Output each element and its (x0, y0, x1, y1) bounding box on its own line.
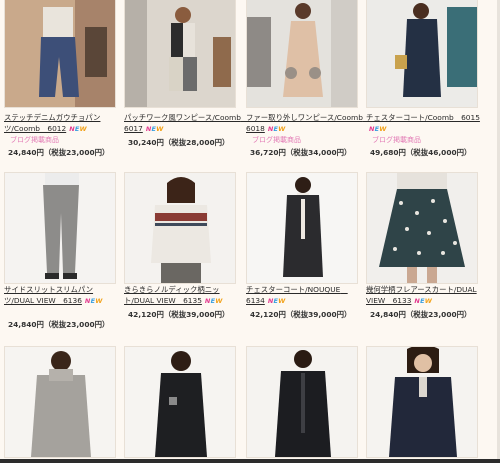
product-name-link[interactable]: サイドスリットスリムパンツ/DUAL VIEW 6136 NEW (4, 285, 122, 306)
product-price: 36,720円（税抜34,000円） (250, 148, 352, 157)
product-image[interactable] (4, 346, 116, 458)
product-image[interactable] (366, 172, 478, 284)
product-name-link[interactable]: ファー取り外しワンピース/Coomb 6018 NEW (246, 113, 370, 134)
product-price: 24,840円（税抜23,000円） (8, 320, 110, 329)
product-image[interactable] (124, 346, 236, 458)
product-price: 42,120円（税抜39,000円） (250, 310, 352, 319)
product-image[interactable] (246, 346, 358, 458)
product-name-link[interactable]: チェスターコート/NOUQUE 6134 NEW (246, 285, 364, 306)
new-badge: NEW (414, 296, 433, 305)
blog-featured-label: ブログ掲載商品 (252, 136, 301, 144)
new-badge: NEW (69, 124, 87, 133)
product-name-link[interactable]: ステッチデニムガウチョパンツ/Coomb 6012 NEW (4, 113, 122, 134)
product-image[interactable] (366, 0, 478, 108)
product-image[interactable] (246, 172, 358, 284)
blog-featured-label: ブログ掲載商品 (10, 136, 59, 144)
bottom-border (0, 459, 500, 463)
new-badge: NEW (369, 124, 387, 133)
product-image[interactable] (246, 0, 358, 108)
product-name-link[interactable]: きらきらノルディック柄ニット/DUAL VIEW 6135 NEW (124, 285, 242, 306)
product-price: 42,120円（税抜39,000円） (128, 310, 230, 319)
product-image[interactable] (124, 172, 236, 284)
product-grid: ステッチデニムガウチョパンツ/Coomb 6012 NEW ブログ掲載商品 24,… (0, 0, 500, 463)
product-name-link[interactable]: パッチワーク風ワンピース/Coomb 6017 NEW (124, 113, 248, 134)
product-name-link[interactable]: 幾何学柄フレアースカート/DUAL VIEW 6133 NEW (366, 285, 484, 306)
new-badge: NEW (267, 296, 286, 305)
new-badge: NEW (84, 296, 103, 305)
product-image[interactable] (4, 172, 116, 284)
product-price: 30,240円（税抜28,000円） (128, 138, 230, 147)
blog-featured-label: ブログ掲載商品 (372, 136, 421, 144)
new-badge: NEW (145, 124, 164, 133)
product-price: 49,680円（税抜46,000円） (370, 148, 472, 157)
new-badge: NEW (267, 124, 286, 133)
product-image[interactable] (124, 0, 236, 108)
product-price: 24,840円（税抜23,000円） (8, 148, 110, 157)
new-badge: NEW (204, 296, 223, 305)
product-image[interactable] (366, 346, 478, 458)
product-name-link[interactable]: チェスターコート/Coomb 6015NEW (366, 113, 484, 134)
product-price: 24,840円（税抜23,000円） (370, 310, 472, 319)
product-image[interactable] (4, 0, 116, 108)
